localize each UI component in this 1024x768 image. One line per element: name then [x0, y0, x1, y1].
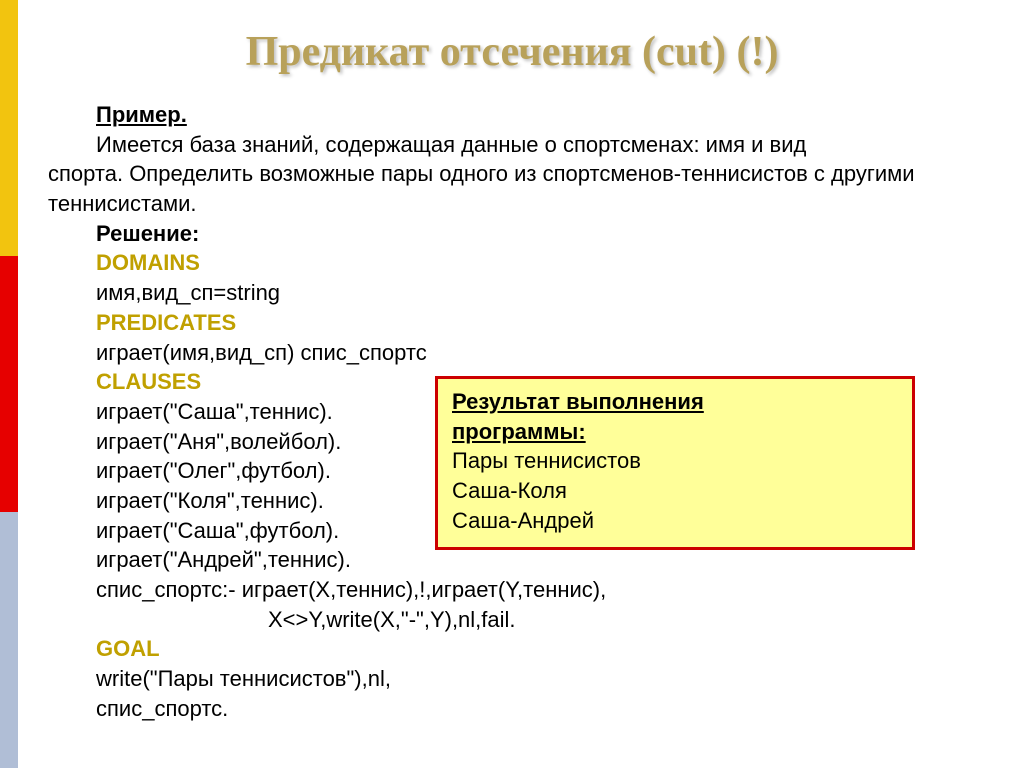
- clause-6: играет("Андрей",теннис).: [96, 547, 351, 572]
- clause-7b: X<>Y,write(X,"-",Y),nl,fail.: [268, 607, 516, 632]
- example-label: Пример.: [96, 102, 187, 127]
- result-box: Результат выполнения программы: Пары тен…: [435, 376, 915, 550]
- clause-3: играет("Олег",футбол).: [96, 458, 331, 483]
- kw-domains: DOMAINS: [96, 250, 200, 275]
- slide-title: Предикат отсечения (cut) (!): [0, 28, 1024, 76]
- result-heading-2: программы:: [452, 417, 898, 447]
- goal-2: спис_спортс.: [96, 696, 228, 721]
- result-heading-1: Результат выполнения: [452, 387, 898, 417]
- domains-line: имя,вид_сп=string: [96, 280, 280, 305]
- slide: Предикат отсечения (cut) (!) Пример. Име…: [0, 0, 1024, 768]
- result-line-2: Саша-Коля: [452, 476, 898, 506]
- stripe-red: [0, 256, 18, 512]
- kw-clauses: CLAUSES: [96, 369, 201, 394]
- kw-predicates: PREDICATES: [96, 310, 236, 335]
- solution-label: Решение: [96, 221, 192, 246]
- kw-goal: GOAL: [96, 636, 160, 661]
- clause-4: играет("Коля",теннис).: [96, 488, 324, 513]
- goal-1: write("Пары теннисистов"),nl,: [96, 666, 391, 691]
- result-line-1: Пары теннисистов: [452, 446, 898, 476]
- result-line-3: Саша-Андрей: [452, 506, 898, 536]
- stripe-gray: [0, 512, 18, 768]
- predicates-line: играет(имя,вид_сп) спис_спортс: [96, 340, 427, 365]
- intro-line-1: Имеется база знаний, содержащая данные о…: [96, 132, 806, 157]
- clause-7a: спис_спортс:- играет(X,теннис),!,играет(…: [96, 577, 606, 602]
- clause-2: играет("Аня",волейбол).: [96, 429, 341, 454]
- clause-5: играет("Саша",футбол).: [96, 518, 339, 543]
- clause-1: играет("Саша",теннис).: [96, 399, 333, 424]
- intro-line-2: спорта. Определить возможные пары одного…: [48, 161, 915, 216]
